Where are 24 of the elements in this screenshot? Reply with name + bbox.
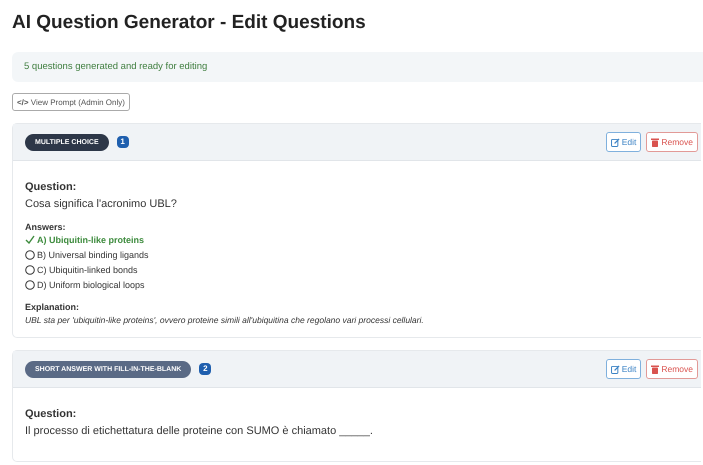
answer-option: D) Uniform biological loops xyxy=(37,280,145,290)
remove-button[interactable]: Remove xyxy=(646,359,698,379)
answer-option: B) Universal binding ligands xyxy=(37,250,149,260)
remove-button[interactable]: Remove xyxy=(646,132,698,152)
success-alert: 5 questions generated and ready for editing xyxy=(12,52,703,82)
explanation-label: Explanation: xyxy=(25,302,80,312)
question-label: Question: xyxy=(25,181,78,193)
trash-icon xyxy=(651,138,660,146)
answers-label: Answers: xyxy=(25,222,67,232)
question-text: Cosa significa l'acronimo UBL? xyxy=(25,198,178,210)
question-text: Il processo di etichettatura delle proteine con SUMO è chiamato _____. xyxy=(25,425,374,437)
edit-icon xyxy=(610,138,620,146)
answer-option: A) Ubiquitin-like proteins xyxy=(37,234,144,244)
question-label: Question: xyxy=(25,408,78,420)
edit-icon xyxy=(610,364,620,374)
edit-button[interactable]: Edit xyxy=(606,359,642,379)
explanation-text: UBL sta per 'ubiquitin-like proteins', ovvero proteine simili all'ubiquitina che regolano vari processi cellulari. xyxy=(25,315,425,325)
view-prompt-button[interactable]: </> View Prompt (Admin Only) xyxy=(12,93,130,111)
page-title: AI Question Generator - Edit Questions xyxy=(12,11,367,35)
answer-option: C) Ubiquitin-linked bonds xyxy=(37,264,138,274)
trash-icon xyxy=(651,364,660,374)
question-number: 2 xyxy=(199,363,212,375)
edit-button[interactable]: Edit xyxy=(606,132,642,152)
question-number: 1 xyxy=(116,136,129,148)
